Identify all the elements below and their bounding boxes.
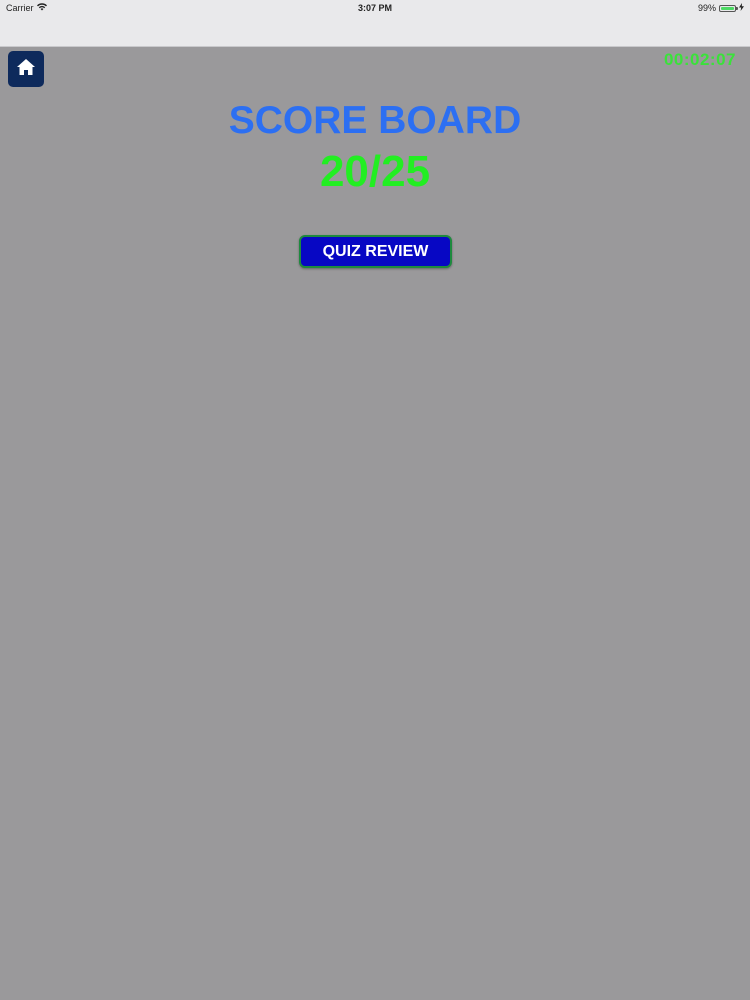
score-board-title: SCORE BOARD: [228, 99, 522, 142]
battery-percent: 99%: [697, 3, 716, 13]
home-icon: [16, 57, 36, 82]
home-button[interactable]: [8, 51, 44, 87]
charging-icon: [739, 3, 744, 13]
status-right: 99%: [698, 3, 744, 13]
battery-icon: [719, 4, 738, 12]
battery-tip: [736, 6, 738, 10]
status-bar: Carrier 3:07 PM 99%: [0, 0, 750, 47]
score-screen: Carrier 3:07 PM 99% 00:02:07 SCORE BOARD…: [0, 0, 750, 1000]
quiz-review-button[interactable]: QUIZ REVIEW: [299, 235, 452, 268]
timer-display: 00:02:07: [663, 50, 736, 69]
battery-fill: [721, 6, 734, 10]
score-value: 20/25: [319, 147, 431, 196]
status-time: 3:07 PM: [357, 3, 392, 13]
